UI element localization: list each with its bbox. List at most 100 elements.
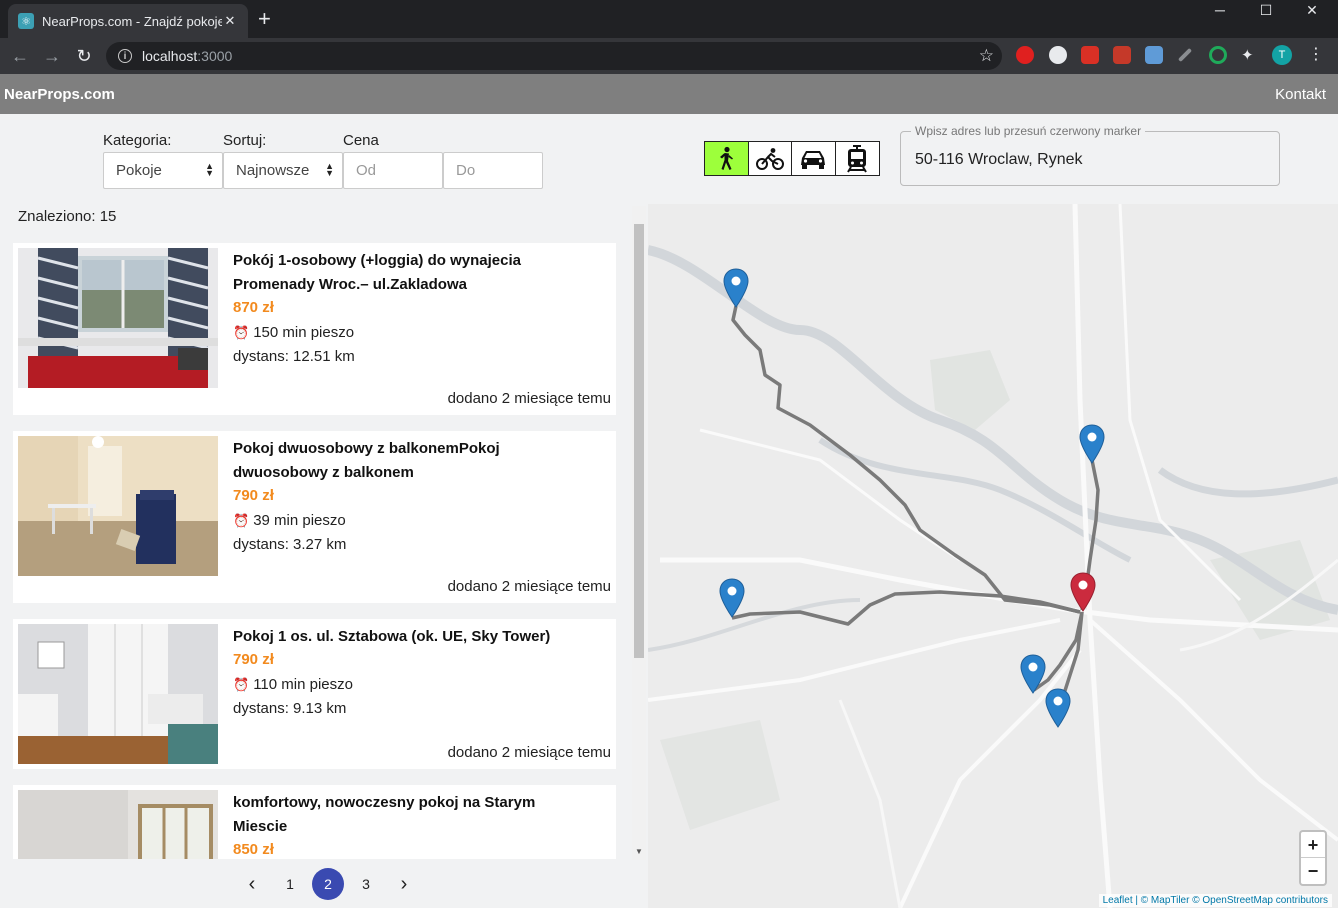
listing-distance: dystans: 3.27 km (233, 536, 347, 553)
url-host: localhost (142, 48, 198, 64)
category-select[interactable]: Pokoje ▲ ▼ (103, 152, 223, 189)
listing-travel-time: ⏰ 39 min pieszo (233, 512, 346, 529)
extension-ghost-icon[interactable] (1049, 46, 1067, 64)
extension-adblock-icon[interactable] (1016, 46, 1034, 64)
page-2-label: 2 (312, 868, 344, 900)
address-bar[interactable]: i localhost:3000 ☆ (106, 42, 1002, 70)
page-2-button[interactable]: 2 (309, 868, 347, 900)
tram-icon (847, 144, 868, 173)
extension-pen-icon[interactable] (1177, 47, 1193, 63)
profile-avatar[interactable]: T (1272, 45, 1292, 65)
address-input[interactable]: Wpisz adres lub przesuń czerwony marker … (900, 124, 1280, 186)
contact-link[interactable]: Kontakt (1275, 86, 1326, 103)
blue-marker-icon[interactable] (1020, 654, 1046, 694)
price-from-placeholder: Od (356, 162, 377, 179)
site-info-icon[interactable]: i (118, 49, 132, 63)
listing-added: dodano 2 miesiące temu (447, 390, 611, 407)
blue-marker-icon[interactable] (1045, 688, 1071, 728)
listings-scrollbar[interactable]: ▼ (632, 206, 646, 860)
select-arrows-icon: ▲ ▼ (205, 161, 214, 178)
listing-card[interactable]: Pokoj 1 os. ul. Sztabowa (ok. UE, Sky To… (13, 619, 616, 769)
scroll-down-icon[interactable]: ▼ (635, 847, 643, 856)
price-label: Cena (343, 132, 379, 149)
minimize-button[interactable]: ─ (1200, 0, 1240, 20)
address-value: 50-116 Wroclaw, Rynek (915, 151, 1083, 168)
prev-page-button[interactable]: ‹ (233, 868, 271, 900)
extension-circle-icon[interactable] (1209, 46, 1227, 64)
extensions-puzzle-icon[interactable]: ✦ (1241, 46, 1259, 64)
bookmark-star-icon[interactable]: ☆ (979, 46, 994, 66)
tab-close-icon[interactable]: ✕ (222, 13, 238, 29)
browser-toolbar: ← → ↻ i localhost:3000 ☆ ✦ T ⋮ (0, 38, 1338, 74)
app-header: NearProps.com Kontakt (0, 74, 1338, 114)
listing-added: dodano 2 miesiące temu (447, 578, 611, 595)
sort-value: Najnowsze (236, 162, 310, 179)
extension-bug-icon[interactable] (1113, 46, 1131, 64)
close-window-button[interactable]: ✕ (1292, 0, 1332, 20)
mode-walk-button[interactable] (705, 142, 749, 175)
leaflet-link[interactable]: Leaflet (1103, 895, 1133, 906)
results-count: Znaleziono: 15 (18, 208, 117, 225)
listing-card[interactable]: Pokoj dwuosobowy z balkonemPokoj dwuosob… (13, 431, 616, 603)
address-legend: Wpisz adres lub przesuń czerwony marker (911, 124, 1146, 138)
new-tab-button[interactable]: + (258, 8, 271, 30)
listings-list: Pokój 1-osobowy (+loggia) do wynajecia P… (13, 243, 616, 859)
price-to-placeholder: Do (456, 162, 476, 179)
listing-title[interactable]: Pokoj 1 os. ul. Sztabowa (ok. UE, Sky To… (233, 625, 593, 649)
zoom-out-button[interactable]: − (1301, 858, 1325, 884)
listing-photo[interactable] (18, 436, 218, 576)
price-to-input[interactable]: Do (443, 152, 543, 189)
listing-card[interactable]: komfortowy, nowoczesny pokoj na Starym M… (13, 785, 616, 859)
blue-marker-icon[interactable] (719, 578, 745, 618)
extension-red-dots-icon[interactable] (1081, 46, 1099, 64)
maximize-button[interactable]: ☐ (1246, 0, 1286, 20)
listing-photo[interactable] (18, 790, 218, 859)
browser-tab-bar: ⚛ NearProps.com - Znajdź pokoje I ✕ + ─ … (0, 0, 1338, 38)
red-marker-icon[interactable] (1070, 572, 1096, 612)
sort-label: Sortuj: (223, 132, 267, 149)
brand-logo[interactable]: NearProps.com (4, 86, 115, 103)
page-3-button[interactable]: 3 (347, 868, 385, 900)
listing-photo[interactable] (18, 624, 218, 764)
map-attribution: Leaflet | © MapTiler © OpenStreetMap con… (1098, 894, 1332, 907)
back-icon[interactable]: ← (8, 44, 32, 68)
listing-card[interactable]: Pokój 1-osobowy (+loggia) do wynajecia P… (13, 243, 616, 415)
listing-time-text: 39 min pieszo (253, 512, 346, 529)
blue-marker-icon[interactable] (723, 268, 749, 308)
scrollbar-thumb[interactable] (634, 224, 644, 658)
category-label: Kategoria: (103, 132, 172, 149)
alarm-clock-icon: ⏰ (233, 324, 250, 340)
sort-select[interactable]: Najnowsze ▲ ▼ (223, 152, 343, 189)
attribution-text[interactable]: | © MapTiler © OpenStreetMap contributor… (1133, 895, 1328, 906)
tab-title: NearProps.com - Znajdź pokoje I (42, 13, 222, 29)
alarm-clock-icon: ⏰ (233, 676, 250, 692)
map-view[interactable]: Leaflet | © MapTiler © OpenStreetMap con… (648, 204, 1338, 908)
listing-title[interactable]: Pokoj dwuosobowy z balkonemPokoj dwuosob… (233, 437, 593, 485)
browser-tab[interactable]: ⚛ NearProps.com - Znajdź pokoje I ✕ (8, 4, 248, 38)
price-from-input[interactable]: Od (343, 152, 443, 189)
next-page-button[interactable]: › (385, 868, 423, 900)
listing-price: 790 zł (233, 487, 274, 504)
url-port: :3000 (197, 48, 233, 64)
listing-time-text: 110 min pieszo (253, 676, 353, 693)
bike-icon (755, 147, 784, 170)
listing-added: dodano 2 miesiące temu (447, 744, 611, 761)
mode-tram-button[interactable] (836, 142, 879, 175)
mode-bike-button[interactable] (749, 142, 792, 175)
reload-icon[interactable]: ↻ (72, 44, 96, 68)
page-1-button[interactable]: 1 (271, 868, 309, 900)
walk-icon (720, 146, 734, 170)
zoom-in-button[interactable]: + (1301, 832, 1325, 858)
category-value: Pokoje (116, 162, 162, 179)
mode-car-button[interactable] (792, 142, 836, 175)
select-arrows-icon: ▲ ▼ (325, 161, 334, 178)
extension-window-icon[interactable] (1145, 46, 1163, 64)
listing-title[interactable]: komfortowy, nowoczesny pokoj na Starym M… (233, 791, 593, 839)
listing-distance: dystans: 9.13 km (233, 700, 347, 717)
forward-icon[interactable]: → (40, 44, 64, 68)
listing-photo[interactable] (18, 248, 218, 388)
map-tiles[interactable] (648, 204, 1338, 908)
listing-title[interactable]: Pokój 1-osobowy (+loggia) do wynajecia P… (233, 249, 593, 297)
blue-marker-icon[interactable] (1079, 424, 1105, 464)
browser-menu-icon[interactable]: ⋮ (1308, 44, 1324, 64)
